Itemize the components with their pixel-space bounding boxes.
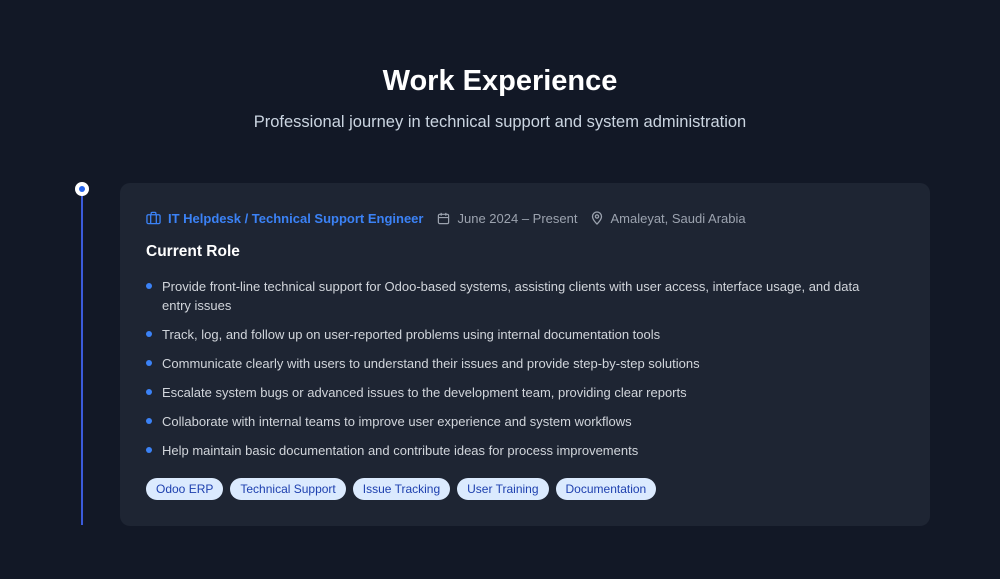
skill-tag: User Training: [457, 478, 549, 500]
list-item: Help maintain basic documentation and co…: [146, 441, 886, 460]
job-title-item: IT Helpdesk / Technical Support Engineer: [146, 211, 423, 226]
bullet-dot: [146, 331, 152, 337]
skill-tags: Odoo ERP Technical Support Issue Trackin…: [146, 478, 663, 500]
list-item: Escalate system bugs or advanced issues …: [146, 383, 886, 402]
briefcase-icon: [146, 211, 161, 225]
responsibilities-list: Provide front-line technical support for…: [146, 277, 886, 470]
map-pin-icon: [592, 211, 603, 225]
calendar-icon: [438, 212, 450, 224]
role-heading: Current Role: [146, 243, 240, 260]
skill-tag: Odoo ERP: [146, 478, 224, 500]
bullet-dot: [146, 283, 152, 289]
experience-card: IT Helpdesk / Technical Support Engineer…: [120, 183, 930, 526]
section-title: Work Experience: [382, 65, 618, 97]
timeline-dot: [75, 182, 89, 196]
experience-meta: IT Helpdesk / Technical Support Engineer…: [146, 209, 760, 227]
skill-tag: Documentation: [555, 478, 657, 500]
skill-tag: Issue Tracking: [352, 478, 451, 500]
job-title: IT Helpdesk / Technical Support Engineer: [168, 210, 424, 226]
list-item: Provide front-line technical support for…: [146, 277, 886, 315]
dates-item: June 2024 – Present: [437, 211, 577, 226]
job-location: Amaleyat, Saudi Arabia: [610, 210, 746, 226]
skill-tag: Technical Support: [230, 478, 346, 500]
bullet-dot: [146, 360, 152, 366]
bullet-dot: [146, 389, 152, 395]
list-item: Track, log, and follow up on user-report…: [146, 325, 886, 344]
bullet-dot: [146, 447, 152, 453]
bullet-dot: [146, 418, 152, 424]
list-item: Collaborate with internal teams to impro…: [146, 412, 886, 431]
timeline-line: [81, 195, 83, 525]
section-subtitle: Professional journey in technical suppor…: [253, 113, 747, 131]
list-item: Communicate clearly with users to unders…: [146, 354, 886, 373]
location-item: Amaleyat, Saudi Arabia: [591, 210, 746, 226]
job-dates: June 2024 – Present: [457, 210, 578, 226]
